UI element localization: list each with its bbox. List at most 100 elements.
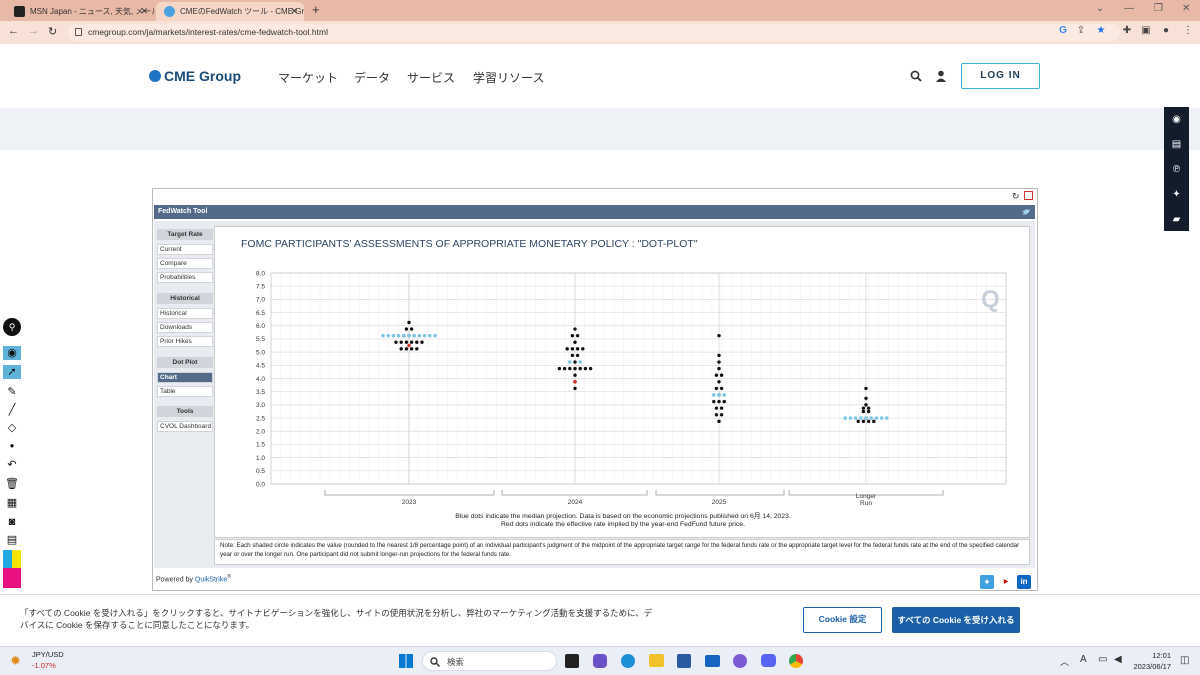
nav-data[interactable]: データ (354, 69, 390, 86)
whiteboard-icon[interactable]: ▦ (5, 496, 19, 510)
clipboard-icon[interactable]: ▤ (5, 533, 19, 547)
youtube-icon[interactable]: ▶ (998, 575, 1014, 589)
sidebar-item-compare[interactable]: Compare (157, 258, 213, 269)
menu-icon[interactable]: ⋮ (1182, 25, 1194, 37)
task-view-icon[interactable] (565, 654, 579, 668)
y-tick-label: 1.0 (256, 455, 265, 462)
camera-icon[interactable]: ◙ (5, 515, 19, 529)
eye-icon[interactable]: ◉ (3, 346, 21, 360)
chat-app-icon[interactable] (593, 654, 607, 668)
taskbar-search[interactable]: 検索 (422, 651, 557, 671)
tray-chevron-icon[interactable]: ︿ (1060, 655, 1069, 668)
side-panel-icon[interactable]: ▣ (1140, 25, 1152, 37)
sidebar-item-cvol-dashboard[interactable]: CVOL Dashboard (157, 421, 213, 432)
share-icon[interactable]: ⇪ (1075, 25, 1087, 37)
participant-dot (415, 340, 419, 344)
close-tab-icon[interactable]: ✕ (290, 2, 298, 21)
chat-icon[interactable]: ▰ (1170, 213, 1183, 226)
category-bracket (655, 490, 785, 496)
cme-logo[interactable]: CME Group (149, 68, 241, 84)
participant-dot (409, 327, 414, 331)
sidebar-item-probabilities[interactable]: Probabilities (157, 272, 213, 283)
search-icon[interactable] (910, 70, 922, 82)
sidebar-item-chart[interactable]: Chart (157, 372, 213, 383)
participant-dot (712, 399, 716, 404)
extensions-icon[interactable]: ✚ (1121, 25, 1133, 37)
nav-learning[interactable]: 学習リソース (473, 69, 544, 86)
eraser-icon[interactable]: ◇ (5, 421, 19, 435)
tab-cme-fedwatch[interactable]: CMEのFedWatch ツール - CME Gro ✕ (156, 2, 304, 21)
edge-icon[interactable] (621, 654, 635, 668)
minimize-icon[interactable]: — (1124, 3, 1134, 14)
back-icon[interactable]: ← (8, 25, 19, 37)
median-dot (417, 333, 422, 338)
tab-msn[interactable]: MSN Japan - ニュース, 天気, メール（ ✕ (6, 2, 154, 21)
login-button[interactable]: LOG IN (961, 63, 1040, 89)
dot-size-icon[interactable]: ● (5, 439, 19, 453)
trash-icon[interactable]: 🗑 (5, 477, 19, 491)
tab-title: CMEのFedWatch ツール - CME Gro (180, 7, 304, 16)
color-magenta-swatch[interactable] (3, 568, 21, 588)
sidebar-item-prior-hikes[interactable]: Prior Hikes (157, 336, 213, 347)
close-tab-icon[interactable]: ✕ (140, 2, 148, 21)
popout-icon[interactable] (1024, 191, 1033, 200)
sidebar-item-table[interactable]: Table (157, 386, 213, 397)
footer-twitter-icon[interactable]: ✦ (980, 575, 994, 589)
quikstrike-link[interactable]: QuikStrike (195, 576, 227, 583)
linkedin-icon[interactable]: in (1017, 575, 1031, 589)
file-explorer-icon[interactable] (649, 654, 664, 667)
msn-favicon-icon (14, 6, 25, 17)
ticker-symbol[interactable]: JPY/USD (32, 650, 64, 659)
pinterest-icon[interactable]: ℗ (1170, 163, 1183, 176)
refresh-icon[interactable]: ↻ (1012, 191, 1020, 202)
bookmark-star-icon[interactable]: ★ (1095, 25, 1107, 37)
median-dot (712, 393, 716, 397)
print-icon[interactable]: ▤ (1170, 138, 1183, 151)
weather-icon[interactable]: ✹ (10, 653, 21, 669)
accept-all-cookies-button[interactable]: すべての Cookie を受け入れる (892, 607, 1020, 633)
chrome-icon[interactable] (789, 654, 803, 668)
x-tick-label: 2024 (568, 499, 583, 506)
sidebar-item-historical[interactable]: Historical (157, 308, 213, 319)
pin-icon[interactable]: ⚲ (3, 318, 21, 336)
twitter-icon[interactable]: ✦ (1170, 188, 1183, 201)
reload-icon[interactable]: ↻ (48, 25, 57, 38)
nav-services[interactable]: サービス (407, 69, 455, 86)
mail-icon[interactable] (705, 655, 720, 667)
app-icon[interactable] (733, 654, 747, 668)
profile-icon[interactable]: ● (1160, 25, 1172, 37)
annotation-toolbar: ⚲ ◉ ➚ ✎ ╱ ◇ ● ↶ 🗑 ▦ ◙ ▤ (2, 318, 22, 590)
notification-icon[interactable]: ◫ (1180, 655, 1189, 666)
new-tab-button[interactable]: + (312, 2, 320, 17)
start-icon[interactable] (399, 654, 413, 668)
participant-dot (714, 373, 719, 377)
cursor-icon[interactable]: ➚ (3, 365, 21, 379)
nav-markets[interactable]: マーケット (278, 69, 338, 86)
tab-search-icon[interactable]: ⌄ (1096, 3, 1104, 14)
address-bar[interactable]: cmegroup.com/ja/markets/interest-rates/c… (68, 24, 1120, 41)
whatsapp-icon[interactable]: ◉ (1170, 113, 1183, 126)
network-icon[interactable]: ▭ (1098, 654, 1107, 665)
clock-time[interactable]: 12:01 (1137, 651, 1171, 660)
pen-icon[interactable]: ╱ (5, 403, 19, 417)
median-dot (396, 333, 401, 338)
median-dot (578, 360, 582, 364)
forward-icon[interactable]: → (28, 25, 39, 37)
google-icon[interactable]: G (1057, 25, 1069, 37)
clock-date[interactable]: 2023/06/17 (1131, 662, 1171, 671)
highlighter-icon[interactable]: ✎ (5, 385, 19, 399)
chart-title: FOMC PARTICIPANTS' ASSESSMENTS OF APPROP… (241, 238, 698, 250)
ime-indicator[interactable]: A (1080, 654, 1087, 665)
tool-twitter-icon[interactable] (1021, 207, 1031, 217)
store-icon[interactable] (677, 654, 691, 668)
sidebar-item-downloads[interactable]: Downloads (157, 322, 213, 333)
close-window-icon[interactable]: ✕ (1182, 3, 1190, 14)
maximize-icon[interactable]: ❐ (1154, 3, 1163, 14)
sidebar-item-current[interactable]: Current (157, 244, 213, 255)
y-tick-label: 3.0 (256, 402, 265, 409)
user-icon[interactable] (935, 70, 947, 82)
discord-icon[interactable] (761, 654, 776, 667)
volume-icon[interactable]: ◀ (1114, 654, 1122, 665)
undo-icon[interactable]: ↶ (5, 458, 19, 472)
cookie-settings-button[interactable]: Cookie 設定 (803, 607, 882, 633)
